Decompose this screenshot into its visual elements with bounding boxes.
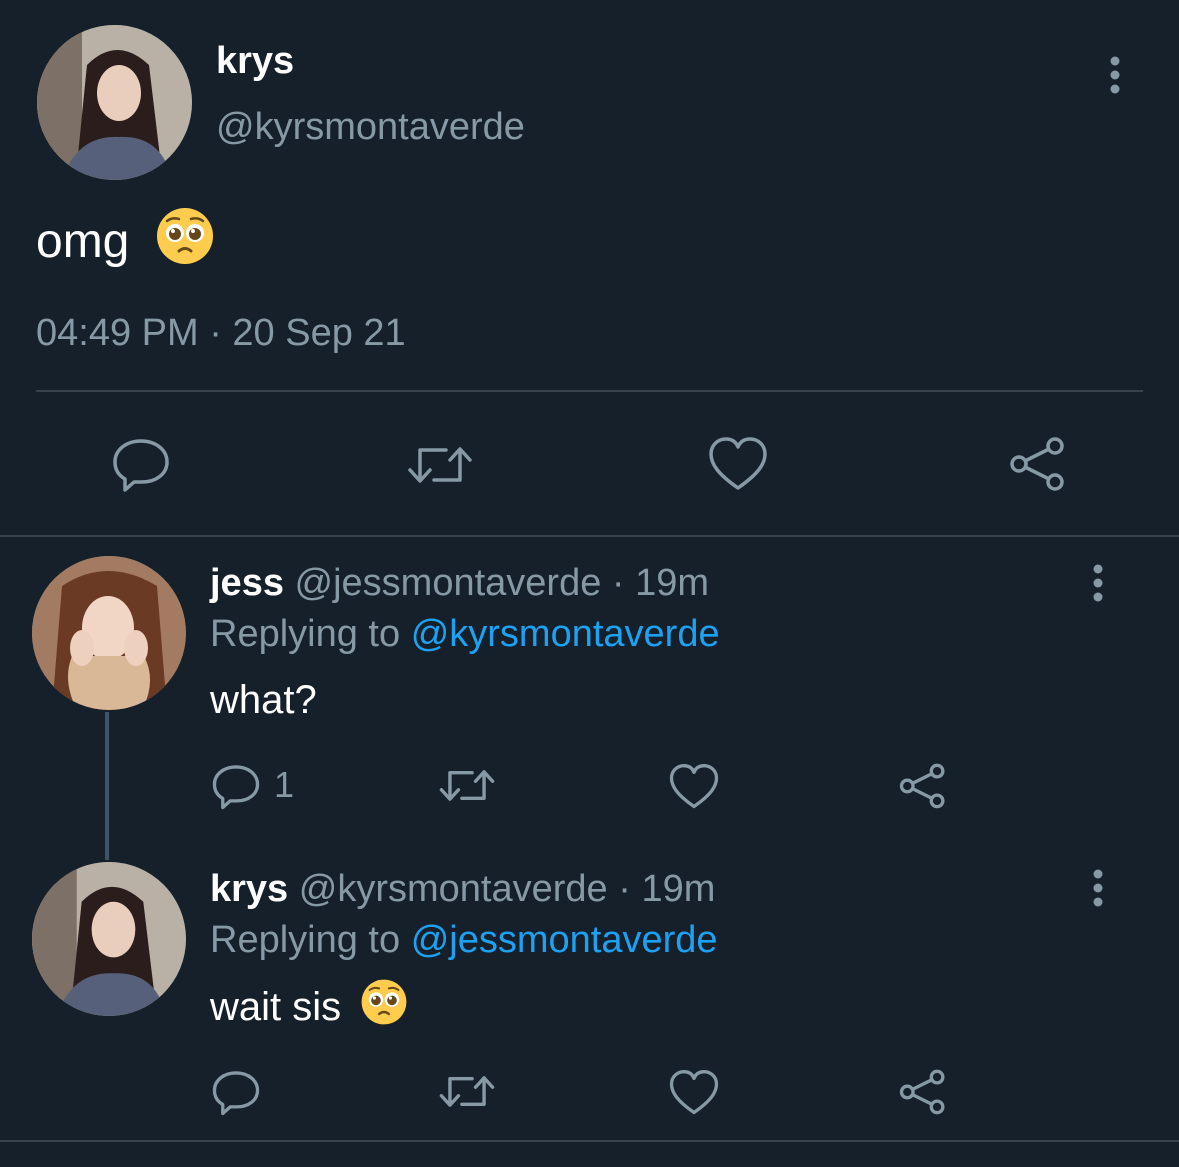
reply-display-name[interactable]: krys — [210, 868, 288, 910]
replying-to: Replying to @jessmontaverde — [210, 917, 718, 963]
replying-to: Replying to @kyrsmontaverde — [210, 611, 720, 657]
replying-to-label: Replying to — [210, 613, 401, 655]
more-options-icon[interactable] — [1085, 563, 1111, 603]
reply-header: jess @jessmontaverde · 19m — [210, 560, 709, 606]
main-timestamp[interactable]: 04:49 PM · 20 Sep 21 — [36, 310, 406, 356]
pleading-face-icon — [360, 978, 408, 1041]
pleading-face-icon — [155, 206, 215, 283]
reply-text-content: wait sis — [210, 985, 342, 1030]
main-handle[interactable]: @kyrsmontaverde — [216, 104, 525, 150]
reply-text: wait sis — [210, 978, 408, 1041]
like-icon[interactable] — [669, 763, 719, 810]
replying-to-link[interactable]: @kyrsmontaverde — [411, 613, 720, 655]
avatar-krys[interactable] — [32, 862, 186, 1016]
like-icon[interactable] — [669, 1069, 719, 1116]
replying-to-label: Replying to — [210, 919, 401, 961]
replying-to-link[interactable]: @jessmontaverde — [411, 919, 718, 961]
reply-time[interactable]: · 19m — [612, 562, 709, 604]
main-tweet-text-content: omg — [36, 215, 130, 269]
retweet-icon[interactable] — [438, 764, 496, 807]
reply-icon[interactable] — [212, 1068, 260, 1116]
reply-handle[interactable]: @kyrsmontaverde — [299, 868, 608, 910]
more-options-icon[interactable] — [1085, 868, 1111, 908]
more-options-icon[interactable] — [1102, 55, 1128, 95]
reply-icon[interactable] — [212, 762, 260, 810]
reply-time[interactable]: · 19m — [618, 868, 715, 910]
avatar-krys[interactable] — [37, 25, 192, 180]
like-icon[interactable] — [708, 436, 768, 492]
share-icon[interactable] — [1008, 435, 1068, 493]
main-tweet-text: omg — [36, 206, 215, 283]
divider — [0, 1140, 1179, 1142]
share-icon[interactable] — [898, 1068, 948, 1116]
main-display-name[interactable]: krys — [216, 38, 294, 84]
share-icon[interactable] — [898, 762, 948, 810]
divider — [36, 390, 1143, 392]
avatar-jess[interactable] — [32, 556, 186, 710]
retweet-icon[interactable] — [406, 440, 474, 490]
divider — [0, 535, 1179, 537]
reply-icon[interactable] — [112, 435, 170, 493]
reply-handle[interactable]: @jessmontaverde — [295, 562, 602, 604]
reply-header: krys @kyrsmontaverde · 19m — [210, 866, 715, 912]
reply-text: what? — [210, 678, 317, 722]
reply-count: 1 — [274, 764, 295, 805]
reply-display-name[interactable]: jess — [210, 562, 284, 604]
thread-line — [105, 712, 109, 860]
retweet-icon[interactable] — [438, 1070, 496, 1113]
